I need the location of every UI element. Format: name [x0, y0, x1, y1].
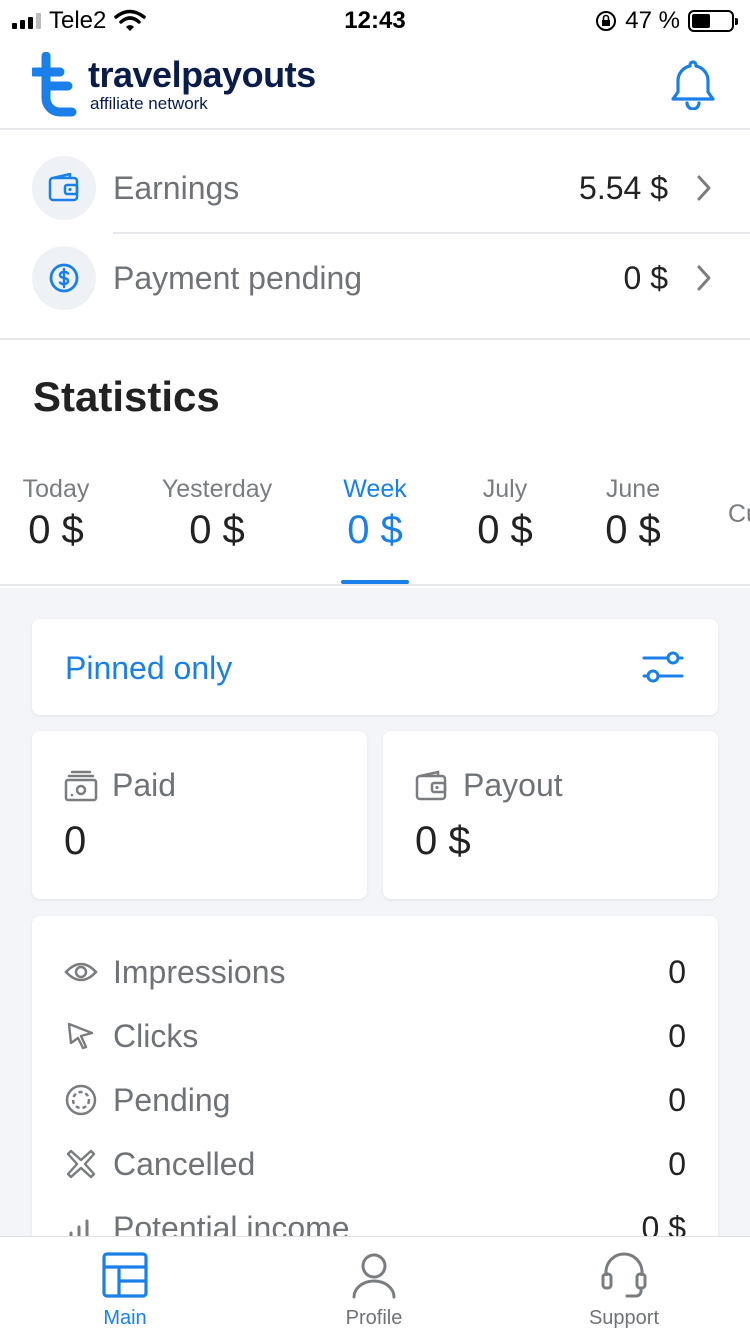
paid-value: 0 — [64, 819, 87, 863]
payment-pending-label: Payment pending — [113, 259, 363, 296]
payout-card[interactable]: Payout 0 $ — [383, 731, 718, 899]
nav-main[interactable]: Main — [50, 1247, 200, 1330]
tab-june[interactable]: June 0 $ — [598, 475, 668, 553]
pinned-only-label: Pinned only — [65, 650, 233, 686]
brand-tagline: affiliate network — [90, 94, 208, 113]
payout-value: 0 $ — [415, 819, 471, 863]
tab-label: Week — [343, 475, 407, 503]
earnings-value: 5.54 $ — [579, 169, 668, 206]
chevron-right-icon — [697, 175, 711, 201]
tab-label: Cu — [728, 500, 750, 528]
tab-current[interactable]: Cu — [728, 500, 750, 529]
rotation-lock-icon — [596, 11, 617, 31]
battery-percent: 47 % — [625, 7, 680, 34]
paid-label: Paid — [112, 767, 177, 803]
content-area: Pinned only Paid 0 Payout 0 $ Impression… — [0, 588, 750, 1296]
balance-section: Earnings 5.54 $ Payment pending 0 $ — [0, 130, 750, 340]
paid-card[interactable]: Paid 0 — [32, 731, 367, 899]
earnings-row[interactable]: Earnings 5.54 $ — [0, 143, 750, 233]
tab-yesterday[interactable]: Yesterday 0 $ — [156, 475, 278, 553]
tab-value: 0 $ — [347, 508, 403, 552]
metric-value: 0 — [668, 953, 686, 990]
payment-pending-icon-circle — [32, 246, 96, 310]
bell-icon[interactable] — [670, 58, 716, 110]
tab-today[interactable]: Today 0 $ — [20, 475, 92, 553]
metric-label: Pending — [113, 1081, 231, 1118]
tab-label: July — [482, 475, 528, 503]
dollar-circle-icon — [49, 263, 79, 293]
brand-name: travelpayouts — [88, 54, 316, 95]
nav-label: Main — [103, 1307, 147, 1329]
payout-title: Payout — [415, 767, 563, 804]
tab-label: Yesterday — [161, 475, 273, 503]
tab-label: June — [605, 475, 661, 503]
filter-sliders-icon[interactable] — [642, 647, 684, 687]
metric-value: 0 — [668, 1145, 686, 1182]
cursor-icon — [64, 1019, 98, 1053]
metric-impressions: Impressions 0 — [64, 940, 686, 1004]
payout-label: Payout — [463, 767, 563, 803]
tab-label: Today — [22, 475, 90, 503]
bottom-nav: Main Profile Support — [0, 1236, 750, 1334]
payment-pending-value: 0 $ — [623, 259, 668, 296]
tab-july[interactable]: July 0 $ — [470, 475, 540, 553]
nav-label: Profile — [345, 1307, 403, 1329]
cancel-x-icon — [64, 1147, 98, 1181]
wallet-icon — [415, 769, 447, 800]
metric-label: Cancelled — [113, 1145, 256, 1182]
nav-label: Support — [588, 1307, 660, 1329]
layout-icon — [102, 1252, 148, 1298]
active-tab-indicator — [341, 580, 409, 584]
wallet-icon — [48, 173, 79, 202]
app-header: travelpayouts affiliate network — [0, 40, 750, 130]
metric-label: Clicks — [113, 1017, 199, 1054]
period-tabs: Today 0 $ Yesterday 0 $ Week 0 $ July 0 … — [0, 460, 750, 586]
metric-label: Impressions — [113, 953, 286, 990]
headset-icon — [601, 1252, 647, 1298]
payment-pending-row[interactable]: Payment pending 0 $ — [0, 233, 750, 323]
brand-logo[interactable]: travelpayouts affiliate network — [32, 52, 316, 118]
earnings-label: Earnings — [113, 169, 240, 206]
chevron-right-icon — [697, 265, 711, 291]
pinned-filter-card[interactable]: Pinned only — [32, 619, 718, 715]
tab-value: 0 $ — [189, 508, 245, 552]
status-bar: Tele2 12:43 47 % — [0, 0, 750, 40]
pending-circle-icon — [64, 1083, 98, 1117]
metric-clicks: Clicks 0 — [64, 1004, 686, 1068]
tab-value: 0 $ — [28, 508, 84, 552]
tab-value: 0 $ — [605, 508, 661, 552]
nav-support[interactable]: Support — [549, 1247, 699, 1330]
travelpayouts-logo-icon — [32, 52, 77, 117]
nav-profile[interactable]: Profile — [299, 1247, 449, 1330]
statistics-title: Statistics — [33, 373, 220, 420]
metric-value: 0 — [668, 1081, 686, 1118]
user-icon — [352, 1253, 396, 1299]
metric-value: 0 — [668, 1017, 686, 1054]
cash-icon — [64, 770, 98, 801]
battery-icon — [688, 10, 738, 32]
tab-value: 0 $ — [477, 508, 533, 552]
metric-pending: Pending 0 — [64, 1068, 686, 1132]
metric-cancelled: Cancelled 0 — [64, 1132, 686, 1196]
earnings-icon-circle — [32, 156, 96, 220]
eye-icon — [64, 955, 98, 989]
paid-title: Paid — [64, 767, 176, 804]
status-right-group: 47 % — [595, 7, 738, 35]
tab-week[interactable]: Week 0 $ — [336, 475, 414, 553]
